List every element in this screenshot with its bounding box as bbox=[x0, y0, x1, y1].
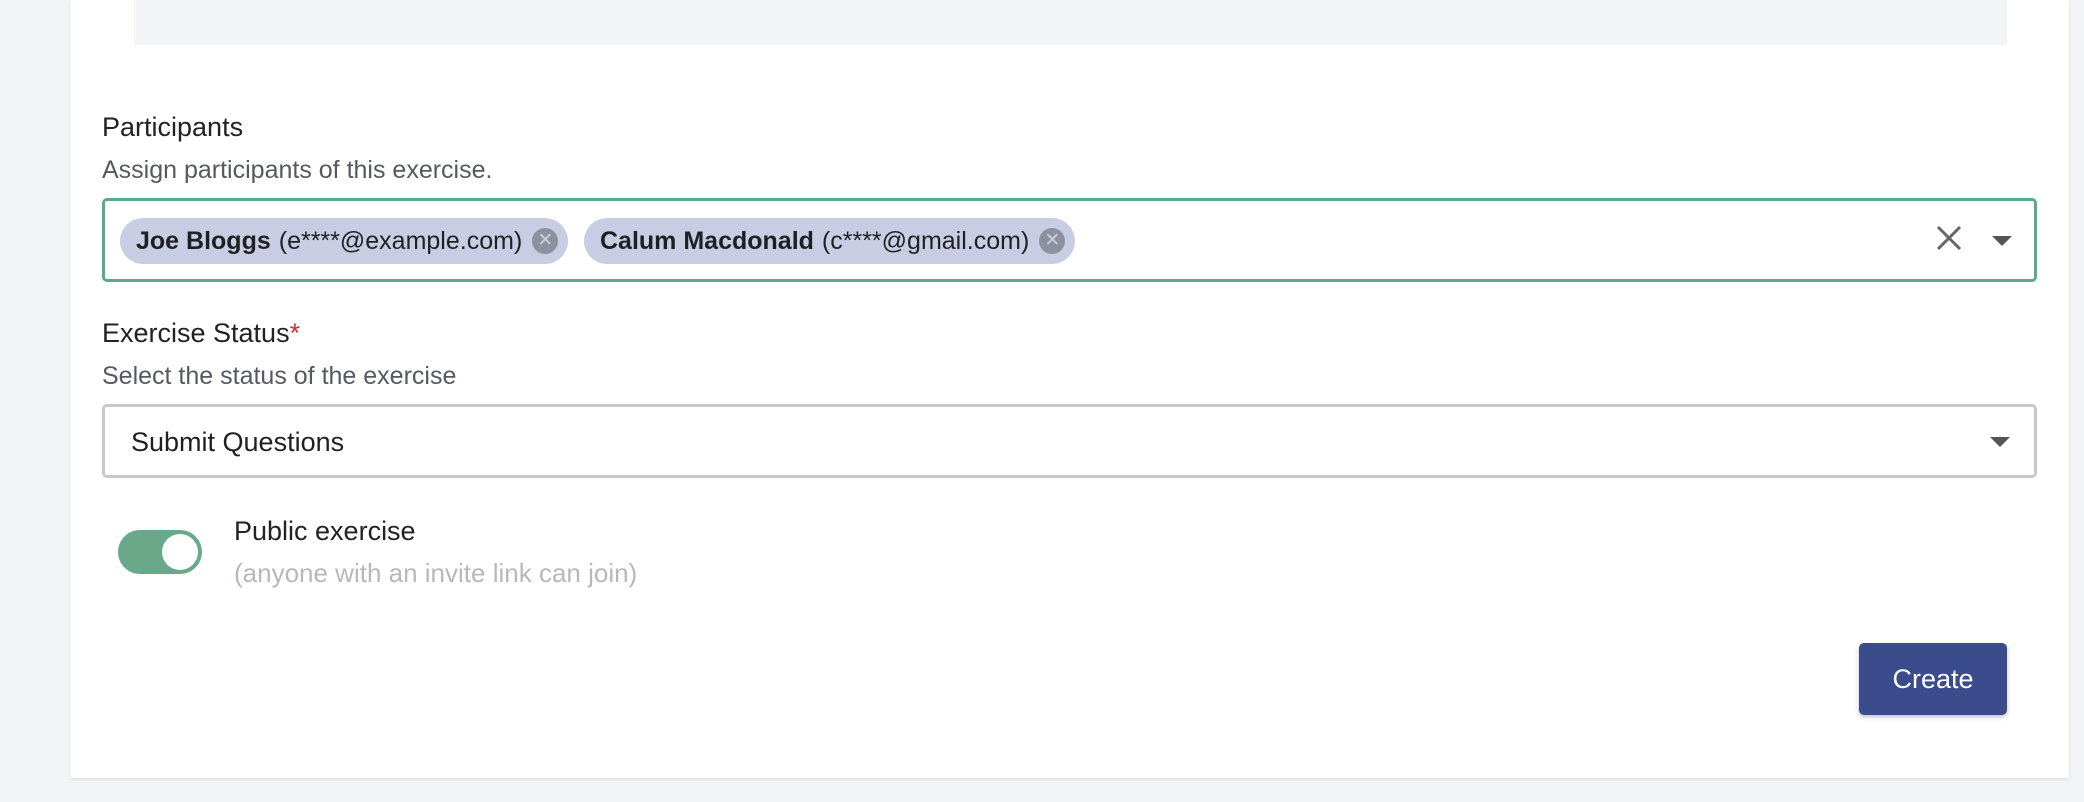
participants-select[interactable]: Joe Bloggs (e****@example.com) ✕ Calum M… bbox=[102, 198, 2037, 282]
participant-email: (c****@gmail.com) bbox=[821, 226, 1030, 255]
participant-chip: Calum Macdonald (c****@gmail.com) ✕ bbox=[584, 218, 1076, 264]
public-exercise-title: Public exercise bbox=[234, 516, 416, 546]
participants-label: Participants bbox=[102, 112, 244, 142]
exercise-status-label: Exercise Status* bbox=[102, 318, 300, 349]
previous-field-area bbox=[134, 0, 2007, 45]
create-button[interactable]: Create bbox=[1859, 643, 2007, 715]
remove-participant-icon[interactable]: ✕ bbox=[1039, 228, 1066, 254]
participant-chip: Joe Bloggs (e****@example.com) ✕ bbox=[120, 218, 569, 264]
exercise-status-select[interactable]: Submit Questions bbox=[102, 404, 2037, 478]
participant-email: (e****@example.com) bbox=[278, 226, 523, 255]
required-mark: * bbox=[289, 318, 301, 348]
chevron-down-icon[interactable] bbox=[1992, 236, 2012, 246]
exercise-status-label-text: Exercise Status bbox=[102, 318, 290, 348]
close-icon[interactable] bbox=[1934, 223, 1964, 253]
public-exercise-subtitle: (anyone with an invite link can join) bbox=[234, 558, 638, 588]
participant-name: Calum Macdonald bbox=[600, 226, 814, 255]
participant-name: Joe Bloggs bbox=[136, 226, 271, 255]
exercise-status-hint: Select the status of the exercise bbox=[102, 362, 457, 390]
chevron-down-icon[interactable] bbox=[1990, 437, 2010, 447]
toggle-knob bbox=[162, 534, 198, 570]
form-card: Participants Assign participants of this… bbox=[70, 0, 2069, 778]
remove-participant-icon[interactable]: ✕ bbox=[532, 228, 559, 254]
participants-hint: Assign participants of this exercise. bbox=[102, 156, 493, 184]
public-exercise-toggle[interactable] bbox=[118, 530, 202, 574]
exercise-status-value: Submit Questions bbox=[131, 427, 345, 457]
